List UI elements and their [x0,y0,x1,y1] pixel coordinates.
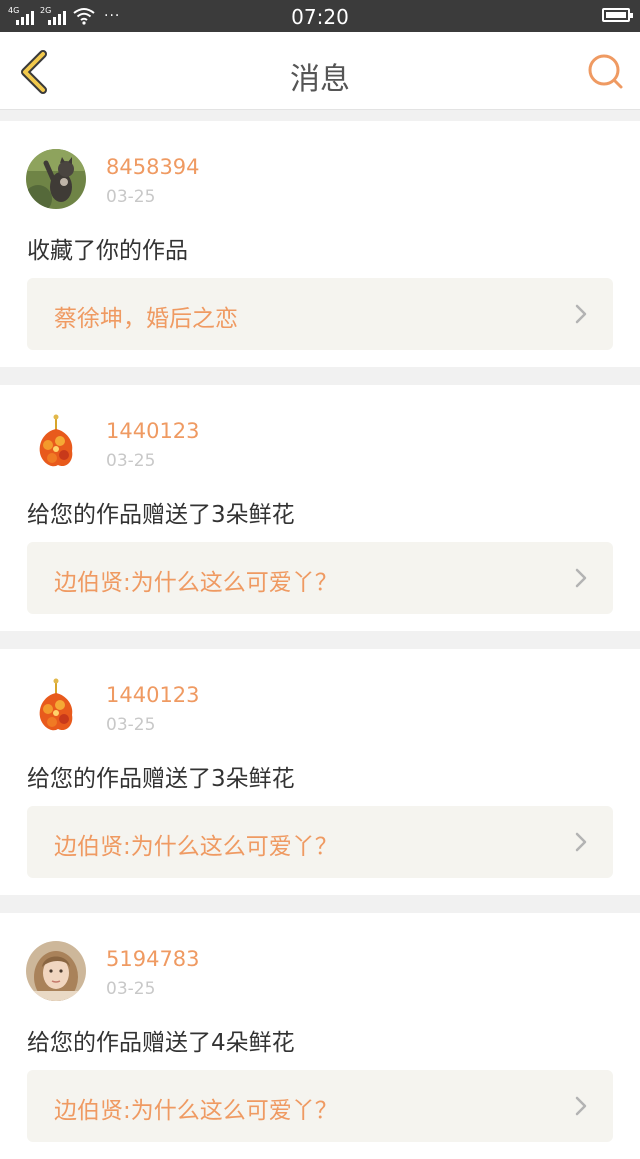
date: 03-25 [106,979,156,999]
work-title: 边伯贤:为什么这么可爱丫？ [54,1098,338,1124]
work-title: 边伯贤:为什么这么可爱丫？ [54,570,338,596]
work-title: 边伯贤:为什么这么可爱丫？ [54,834,338,860]
notification-card: 1440123 03-25 给您的作品赠送了3朵鲜花 边伯贤:为什么这么可爱丫？ [0,649,640,895]
app-header: 消息 [0,32,640,110]
cat-avatar[interactable] [26,149,86,209]
chevron-right-icon [575,568,587,588]
work-title: 蔡徐坤，婚后之恋 [54,306,238,332]
flower-avatar[interactable] [26,413,86,473]
chevron-right-icon [575,1096,587,1116]
username[interactable]: 1440123 [106,419,200,443]
date: 03-25 [106,451,156,471]
work-link[interactable]: 边伯贤:为什么这么可爱丫？ [27,1070,613,1142]
work-link[interactable]: 蔡徐坤，婚后之恋 [27,278,613,350]
action-text: 给您的作品赠送了4朵鲜花 [27,1030,295,1056]
notification-card: 8458394 03-25 收藏了你的作品 蔡徐坤，婚后之恋 [0,121,640,367]
username[interactable]: 8458394 [106,155,200,179]
battery-icon [602,8,633,22]
date: 03-25 [106,715,156,735]
search-icon [588,54,623,89]
date: 03-25 [106,187,156,207]
search-button[interactable] [586,52,626,92]
flower-avatar[interactable] [26,677,86,737]
status-bar: 4G 2G ··· 07:20 [0,0,640,32]
chevron-right-icon [575,832,587,852]
work-link[interactable]: 边伯贤:为什么这么可爱丫？ [27,542,613,614]
work-link[interactable]: 边伯贤:为什么这么可爱丫？ [27,806,613,878]
action-text: 给您的作品赠送了3朵鲜花 [27,502,295,528]
notification-card: 5194783 03-25 给您的作品赠送了4朵鲜花 边伯贤:为什么这么可爱丫？ [0,913,640,1159]
notification-card: 1440123 03-25 给您的作品赠送了3朵鲜花 边伯贤:为什么这么可爱丫？ [0,385,640,631]
clock: 07:20 [291,5,349,29]
action-text: 给您的作品赠送了3朵鲜花 [27,766,295,792]
chevron-right-icon [575,304,587,324]
action-text: 收藏了你的作品 [27,238,188,264]
page-title: 消息 [290,62,350,97]
girl-avatar[interactable] [26,941,86,1001]
username[interactable]: 1440123 [106,683,200,707]
username[interactable]: 5194783 [106,947,200,971]
